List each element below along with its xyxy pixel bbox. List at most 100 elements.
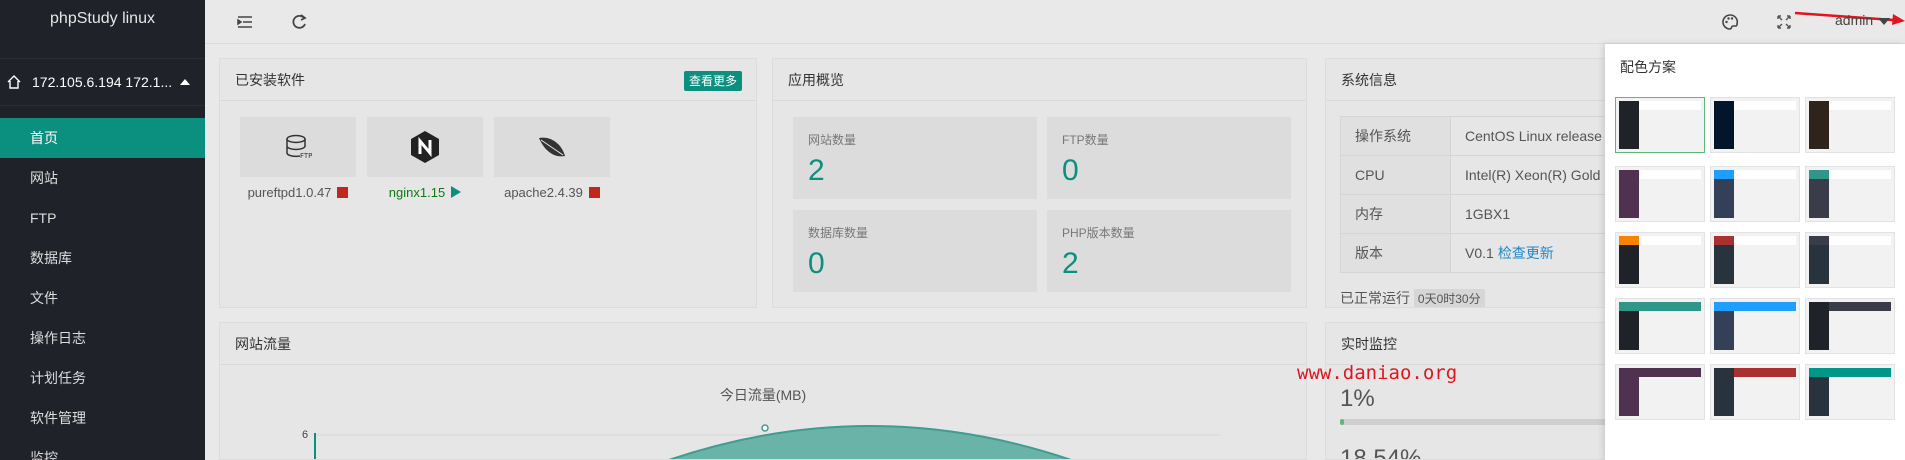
table-row: 版本 V0.1 检查更新 [1340, 233, 1624, 273]
swatch-logo [1714, 101, 1734, 110]
swatch-logo [1619, 101, 1639, 110]
uptime: 已正常运行 0天0时30分 [1340, 288, 1485, 307]
swatch-logo [1714, 236, 1734, 245]
card-title: 实时监控 [1341, 336, 1397, 352]
stat-ftp: FTP数量 0 [1047, 117, 1291, 199]
color-scheme-swatch[interactable] [1805, 97, 1895, 153]
stat-value: 0 [808, 247, 825, 280]
swatch-logo [1714, 302, 1734, 311]
sidebar: phpStudy linux 172.105.6.194 172.1... 首页… [0, 0, 205, 460]
row-key: 内存 [1340, 194, 1451, 234]
stat-databases: 数据库数量 0 [793, 210, 1037, 292]
color-scheme-swatch[interactable] [1805, 232, 1895, 288]
nav-item-software[interactable]: 软件管理 [0, 398, 205, 438]
nav-item-home[interactable]: 首页 [0, 118, 205, 158]
y-tick-label: 6 [302, 429, 308, 441]
swatch-logo [1809, 368, 1829, 377]
apache-feather-icon [539, 137, 565, 157]
website-traffic-card: 网站流量 今日流量(MB) 6 [219, 322, 1307, 460]
color-scheme-swatch[interactable] [1710, 298, 1800, 354]
row-value: Intel(R) Xeon(R) Gold [1450, 155, 1624, 195]
collapse-menu-icon[interactable] [235, 12, 255, 32]
palette-icon[interactable] [1720, 12, 1740, 32]
stat-label: FTP数量 [1062, 133, 1109, 147]
stat-php-versions: PHP版本数量 2 [1047, 210, 1291, 292]
server-selector[interactable]: 172.105.6.194 172.1... [0, 58, 205, 106]
panel-title: 配色方案 [1620, 59, 1676, 75]
row-key: 操作系统 [1340, 116, 1451, 156]
color-scheme-swatch[interactable] [1805, 364, 1895, 420]
nginx-icon [411, 131, 439, 163]
memory-usage: 18.54% [1340, 445, 1422, 460]
nav-item-database[interactable]: 数据库 [0, 238, 205, 278]
swatch-logo [1809, 101, 1829, 110]
color-scheme-swatch[interactable] [1615, 97, 1705, 153]
table-row: 操作系统 CentOS Linux release [1340, 116, 1624, 156]
cpu-progress-fill [1340, 419, 1344, 425]
realtime-monitor-card: 实时监控 1% 18.54% [1325, 322, 1625, 460]
view-more-button[interactable]: 查看更多 [683, 71, 742, 91]
row-key: CPU [1340, 155, 1451, 195]
color-scheme-swatch[interactable] [1615, 232, 1705, 288]
software-item-pureftpd[interactable]: FTP pureftpd1.0.47 [240, 117, 356, 200]
software-name: nginx1.15 [388, 185, 446, 200]
fullscreen-icon[interactable] [1774, 12, 1794, 32]
card-header: 已安装软件 查看更多 [220, 59, 756, 101]
software-item-nginx[interactable]: nginx1.15 [367, 117, 483, 200]
color-scheme-swatch[interactable] [1710, 166, 1800, 222]
installed-software-card: 已安装软件 查看更多 FTP pureftpd1.0.47 nginx1.15 … [219, 58, 757, 308]
nav-item-website[interactable]: 网站 [0, 158, 205, 198]
main-nav: 首页 网站 FTP 数据库 文件 操作日志 计划任务 软件管理 监控 [0, 118, 205, 460]
brand-logo: phpStudy linux [0, 0, 205, 38]
running-status-icon[interactable] [451, 186, 462, 198]
system-info-table: 操作系统 CentOS Linux release CPU Intel(R) Xeo… [1340, 116, 1624, 273]
software-icon-box [367, 117, 483, 177]
software-name: pureftpd1.0.47 [247, 185, 332, 200]
card-title: 网站流量 [235, 336, 291, 352]
swatch-logo [1619, 170, 1639, 179]
card-title: 已安装软件 [235, 72, 305, 88]
software-icon-box [494, 117, 610, 177]
color-scheme-swatch[interactable] [1805, 298, 1895, 354]
app-overview-card: 应用概览 网站数量 2 FTP数量 0 数据库数量 0 PHP版本数量 2 [772, 58, 1307, 308]
watermark: www.daniao.org [1297, 362, 1458, 384]
nav-item-ftp[interactable]: FTP [0, 198, 205, 238]
swatch-logo [1619, 236, 1639, 245]
card-title: 系统信息 [1341, 72, 1397, 88]
stat-label: 数据库数量 [808, 226, 869, 240]
color-scheme-swatch[interactable] [1615, 364, 1705, 420]
row-value: CentOS Linux release [1450, 116, 1624, 156]
nav-item-logs[interactable]: 操作日志 [0, 318, 205, 358]
stat-label: 网站数量 [808, 133, 857, 147]
user-menu[interactable]: admin [1835, 12, 1891, 28]
swatch-logo [1714, 368, 1734, 377]
color-scheme-swatch[interactable] [1710, 97, 1800, 153]
uptime-label: 已正常运行 [1340, 290, 1410, 306]
cpu-usage: 1% [1340, 385, 1375, 412]
card-header: 实时监控 [1326, 323, 1624, 365]
color-scheme-panel: 配色方案 [1605, 44, 1905, 460]
caret-down-icon [1878, 17, 1891, 25]
color-scheme-swatch[interactable] [1805, 166, 1895, 222]
color-scheme-swatch[interactable] [1615, 298, 1705, 354]
software-item-apache[interactable]: apache2.4.39 [494, 117, 610, 200]
nav-item-cron[interactable]: 计划任务 [0, 358, 205, 398]
topbar: admin [205, 0, 1905, 44]
refresh-icon[interactable] [289, 12, 309, 32]
card-header: 应用概览 [773, 59, 1306, 101]
swatch-logo [1714, 170, 1734, 179]
data-point[interactable] [761, 424, 769, 432]
nav-item-files[interactable]: 文件 [0, 278, 205, 318]
table-row: 内存 1GBX1 [1340, 194, 1624, 234]
color-scheme-swatch[interactable] [1615, 166, 1705, 222]
check-update-link[interactable]: 检查更新 [1498, 245, 1554, 261]
stopped-status-icon[interactable] [588, 187, 600, 198]
card-header: 网站流量 [220, 323, 1306, 365]
color-scheme-swatch[interactable] [1710, 232, 1800, 288]
traffic-area [668, 424, 1072, 459]
stopped-status-icon[interactable] [337, 187, 349, 198]
row-value: 1GBX1 [1450, 194, 1624, 234]
color-scheme-swatch[interactable] [1710, 364, 1800, 420]
version-value: V0.1 [1465, 245, 1494, 261]
nav-item-monitor[interactable]: 监控 [0, 438, 205, 460]
